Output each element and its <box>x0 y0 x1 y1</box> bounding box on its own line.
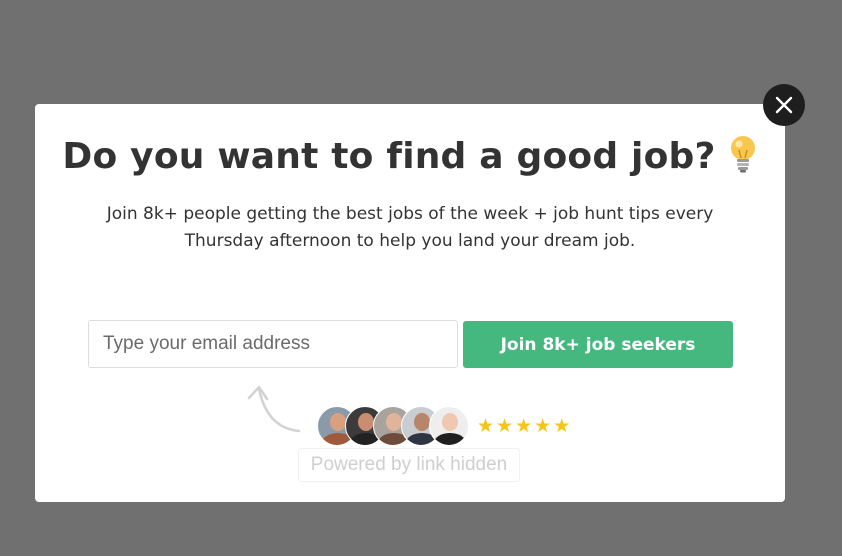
star-icon: ★ <box>553 415 571 437</box>
join-button[interactable]: Join 8k+ job seekers <box>463 321 733 368</box>
powered-by-link[interactable]: Powered by link hidden <box>298 448 520 482</box>
star-icon: ★ <box>534 415 552 437</box>
star-icon: ★ <box>477 415 495 437</box>
close-icon <box>775 96 793 114</box>
email-input[interactable] <box>88 320 458 368</box>
lightbulb-icon <box>728 134 758 183</box>
close-button[interactable] <box>763 84 805 126</box>
avatar <box>429 406 469 446</box>
avatar-group <box>317 406 469 448</box>
headline: Do you want to find a good job? <box>35 134 785 183</box>
curved-arrow-icon <box>247 385 301 433</box>
star-icon: ★ <box>515 415 533 437</box>
subtitle-text: Join 8k+ people getting the best jobs of… <box>106 204 714 251</box>
headline-text: Do you want to find a good job? <box>62 136 716 177</box>
star-icon: ★ <box>496 415 514 437</box>
signup-modal: Do you want to find a good job? Join 8k+… <box>35 104 785 502</box>
rating-stars: ★ ★ ★ ★ ★ <box>477 415 570 437</box>
